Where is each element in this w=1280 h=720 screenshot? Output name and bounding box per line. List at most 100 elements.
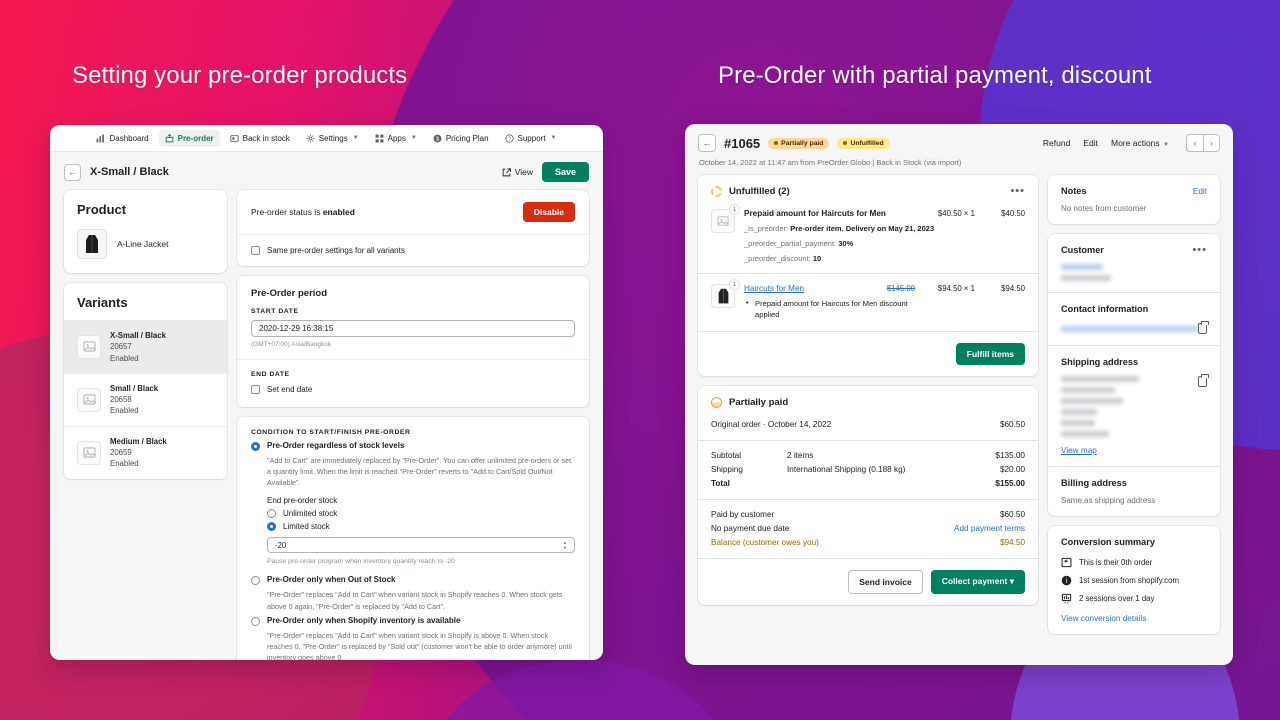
fulfill-items-button[interactable]: Fulfill items [955,342,1025,365]
condition-option-out-of-stock[interactable]: Pre-Order only when Out of Stock [237,575,589,587]
original-order-row: Original order · October 14, 2022 $60.50 [698,417,1038,440]
view-map-link[interactable]: View map [1061,446,1207,455]
preorder-app-screenshot: Dashboard Pre-order Back in stock Settin… [50,125,603,660]
stepper-arrows-icon[interactable]: ▲ ▼ [563,540,567,550]
radio-regardless[interactable] [251,442,260,451]
disable-button[interactable]: Disable [522,202,575,222]
back-button[interactable]: ← [64,163,81,181]
nav-item-back-in-stock[interactable]: Back in stock [224,130,296,147]
image-placeholder-icon [77,334,101,359]
radio-out-of-stock[interactable] [251,576,260,586]
radio-unlimited-stock[interactable] [267,509,276,519]
headline-left: Setting your pre-order products [72,62,408,89]
prev-order-button[interactable]: ‹ [1186,134,1203,152]
product-row[interactable]: A-Line Jacket [64,227,227,273]
copy-icon[interactable] [1198,321,1209,334]
shopify-order-screenshot: ← #1065 Partially paid Unfulfilled Refun… [685,124,1233,665]
send-invoice-button[interactable]: Send invoice [848,569,923,594]
order-number: #1065 [724,135,761,151]
image-icon [82,394,96,405]
badge-dot-icon [774,141,779,145]
svg-text:?: ? [508,136,511,142]
line-item-row: Haircuts for Men $145.00 $94.50 × 1 $94.… [744,284,1025,293]
variant-sku: 20658 [110,395,132,405]
variant-row[interactable]: Small / Black 20658 Enabled [64,372,227,426]
notes-edit-link[interactable]: Edit [1193,187,1207,196]
add-payment-terms-link[interactable]: Add payment terms [954,524,1025,533]
product-name: A-Line Jacket [117,239,169,249]
variant-state: Enabled [110,353,139,363]
variant-meta: Medium / Black 20659 Enabled [110,436,167,470]
refund-button[interactable]: Refund [1043,138,1070,148]
customer-more-icon[interactable]: ••• [1192,245,1207,255]
nav-label: Pricing Plan [445,133,489,143]
shipping-amount: $20.00 [999,464,1025,474]
edit-button[interactable]: Edit [1083,138,1098,148]
contact-email-row [1061,321,1209,334]
condition-heading: CONDITION TO START/FINISH PRE-ORDER [251,429,411,436]
fulfillment-more-icon[interactable]: ••• [1010,186,1025,196]
condition-option-inventory-available[interactable]: Pre-Order only when Shopify inventory is… [237,616,589,628]
nav-item-settings[interactable]: Settings ▼ [300,130,365,147]
condition-option-regardless[interactable]: Pre-Order regardless of stock levels [237,441,589,453]
same-settings-checkbox[interactable] [251,246,260,255]
view-conversion-details-link[interactable]: View conversion details [1061,614,1207,623]
limited-stock-row[interactable]: Limited stock [237,521,589,534]
limit-quantity-stepper[interactable]: -20 ▲ ▼ [267,537,575,554]
variant-sku: 20659 [110,448,132,458]
condition-option-desc: "Add to Cart" are immediately replaced b… [267,456,572,488]
customer-name-redacted[interactable] [1061,264,1103,270]
set-end-date-checkbox[interactable] [251,385,260,394]
radio-limited-stock[interactable] [267,522,276,532]
end-date-label: END DATE [251,371,290,378]
status-word: enabled [322,207,355,217]
next-order-button[interactable]: › [1203,134,1220,152]
set-end-date-row[interactable]: Set end date [237,383,589,407]
balance-label: Balance (customer owes you) [711,537,819,547]
nav-item-preorder[interactable]: Pre-order [158,129,220,147]
variant-row[interactable]: X-Small / Black 20657 Enabled [64,320,227,373]
meta-value: 10 [812,254,822,263]
order-pager: ‹ › [1186,134,1220,152]
line-item-total: $40.50 [1001,209,1025,218]
more-actions-button[interactable]: More actions ▼ [1111,138,1169,148]
line-item: 1 Prepaid amount for Haircuts for Men $4… [698,204,1038,273]
badge-label: Partially paid [781,139,824,147]
paid-by-customer-row: Paid by customer $60.50 [698,508,1038,522]
nav-item-apps[interactable]: Apps ▼ [369,130,423,147]
variant-title: Small / Black [110,383,159,393]
save-button[interactable]: Save [541,162,589,182]
external-link-icon [502,167,511,176]
order-main-column: Unfulfilled (2) ••• 1 Prepaid amount for… [698,175,1038,644]
status-text: Pre-order status is enabled [251,207,523,217]
order-sidebar: Notes Edit No notes from customer Custom… [1048,175,1220,644]
line-item-qty-badge: 1 [729,279,740,290]
notes-title: Notes [1061,186,1087,196]
start-date-input[interactable]: 2020-12-29 16:38:15 [251,320,575,337]
line-item: 1 Haircuts for Men $145.00 $94.50 × 1 $9… [698,274,1038,331]
order-back-button[interactable]: ← [698,134,716,152]
meta-key: _preorder_partial_payment: [744,239,837,248]
variant-row[interactable]: Medium / Black 20659 Enabled [64,425,227,479]
nav-item-pricing-plan[interactable]: $ Pricing Plan [427,130,495,147]
collect-payment-button[interactable]: Collect payment ▾ [930,569,1025,594]
shipping-detail: International Shipping (0.188 kg) [787,464,906,474]
question-icon: ? [504,133,514,143]
nav-item-support[interactable]: ? Support ▼ [499,130,563,147]
contact-email-redacted[interactable] [1061,325,1198,332]
unlimited-stock-row[interactable]: Unlimited stock [237,508,589,521]
chevron-down-icon: ▼ [1163,142,1169,148]
line-item-product-link[interactable]: Haircuts for Men [744,284,869,293]
radio-inventory-available[interactable] [251,616,260,626]
same-settings-row[interactable]: Same pre-order settings for all variants [237,235,589,266]
variant-sku: 20657 [110,342,132,352]
nav-item-dashboard[interactable]: Dashboard [90,130,154,147]
address-line-redacted [1061,409,1097,415]
status-prefix: Pre-order status is [251,207,323,217]
view-link[interactable]: View [502,167,533,177]
conversion-row: This is their 0th order [1061,557,1207,568]
limit-quantity-value: -20 [275,540,287,550]
address-line-redacted [1061,387,1115,393]
total-amount: $155.00 [995,478,1025,488]
copy-icon[interactable] [1198,374,1209,387]
